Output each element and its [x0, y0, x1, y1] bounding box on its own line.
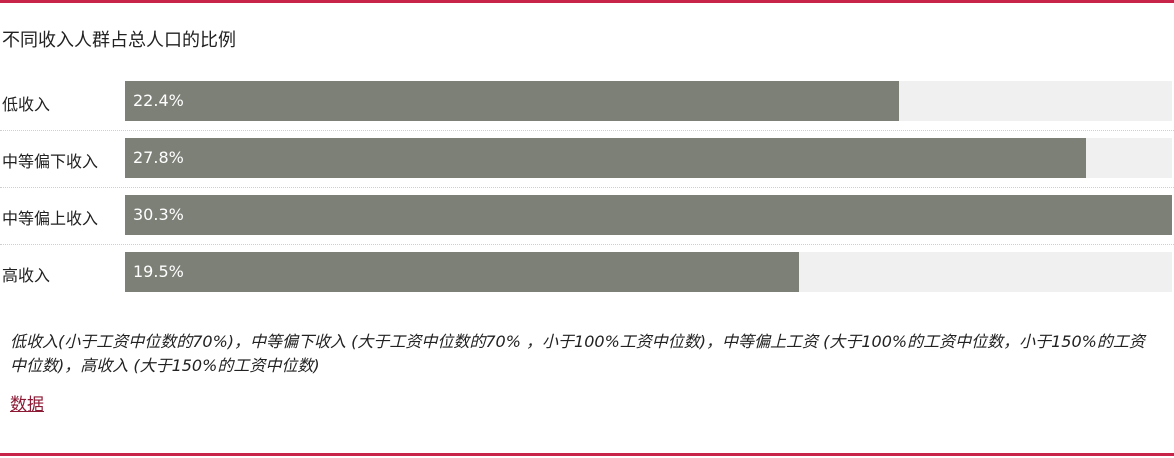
bar: 27.8% — [125, 138, 1086, 178]
category-label: 中等偏下收入 — [2, 152, 99, 171]
source-link[interactable]: 数据 — [10, 390, 44, 415]
bar-value-label: 22.4% — [133, 91, 184, 110]
top-accent-rule — [0, 0, 1174, 3]
footnote: 低收入(小于工资中位数的70%)，中等偏下收入 (大于工资中位数的70% ，小于… — [10, 332, 1145, 375]
bar-row: 高收入 19.5% — [0, 244, 1174, 301]
category-label: 中等偏上收入 — [2, 209, 99, 228]
bottom-accent-rule — [0, 453, 1174, 456]
bar-row: 中等偏上收入 30.3% — [0, 187, 1174, 244]
category-label: 低收入 — [2, 95, 51, 114]
bar-track: 30.3% — [125, 195, 1172, 235]
chart-title: 不同收入人群占总人口的比例 — [2, 30, 236, 51]
bar-value-label: 30.3% — [133, 205, 184, 224]
bar: 30.3% — [125, 195, 1172, 235]
bar: 22.4% — [125, 81, 899, 121]
bar-track: 19.5% — [125, 252, 1172, 292]
bar-track: 27.8% — [125, 138, 1172, 178]
category-label: 高收入 — [2, 266, 51, 285]
bar-value-label: 27.8% — [133, 148, 184, 167]
bar-row: 低收入 22.4% — [0, 73, 1174, 130]
bar-track: 22.4% — [125, 81, 1172, 121]
bar-row: 中等偏下收入 27.8% — [0, 130, 1174, 187]
bar: 19.5% — [125, 252, 799, 292]
bar-value-label: 19.5% — [133, 262, 184, 281]
